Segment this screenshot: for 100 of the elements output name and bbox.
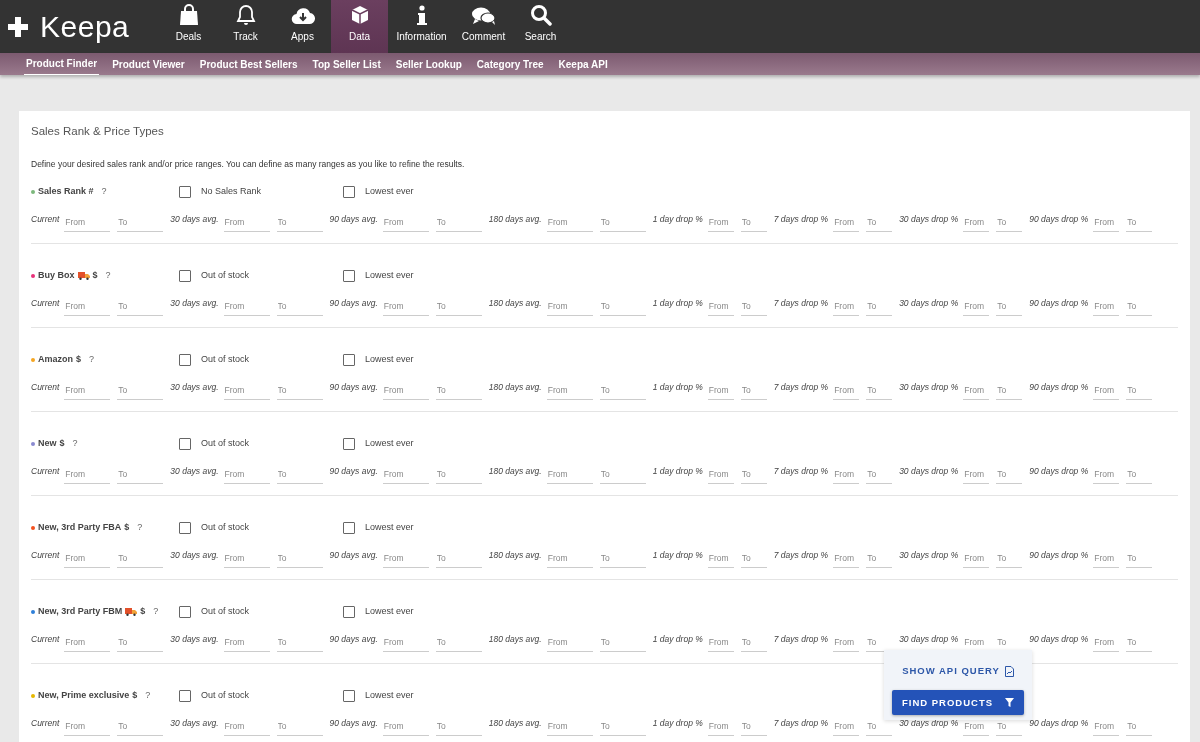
submenu-link[interactable]: Product Finder <box>24 53 100 75</box>
from-field[interactable]: From <box>546 464 593 484</box>
checkbox[interactable] <box>179 522 191 534</box>
from-field[interactable]: From <box>64 548 111 568</box>
from-field[interactable]: From <box>382 716 429 736</box>
to-field[interactable]: To <box>276 464 323 484</box>
to-field[interactable]: To <box>599 632 646 652</box>
to-field[interactable]: To <box>599 296 646 316</box>
to-field[interactable]: To <box>599 548 646 568</box>
from-field[interactable]: From <box>963 212 990 232</box>
to-field[interactable]: To <box>435 212 482 232</box>
to-field[interactable]: To <box>117 632 164 652</box>
from-field[interactable]: From <box>546 632 593 652</box>
from-field[interactable]: From <box>546 380 593 400</box>
from-field[interactable]: From <box>1093 548 1120 568</box>
from-field[interactable]: From <box>1093 296 1120 316</box>
checkbox[interactable] <box>179 186 191 198</box>
to-field[interactable]: To <box>117 296 164 316</box>
to-field[interactable]: To <box>1126 464 1153 484</box>
checkbox[interactable] <box>179 690 191 702</box>
api-query-link[interactable]: SHOW API QUERY <box>902 664 1014 679</box>
to-field[interactable]: To <box>866 464 893 484</box>
checkbox[interactable] <box>179 606 191 618</box>
checkbox[interactable] <box>343 522 355 534</box>
to-field[interactable]: To <box>740 548 767 568</box>
nav-tab[interactable]: Data <box>331 0 388 53</box>
to-field[interactable]: To <box>866 548 893 568</box>
from-field[interactable]: From <box>833 212 860 232</box>
from-field[interactable]: From <box>707 212 734 232</box>
from-field[interactable]: From <box>1093 632 1120 652</box>
to-field[interactable]: To <box>117 464 164 484</box>
checkbox[interactable] <box>179 270 191 282</box>
to-field[interactable]: To <box>866 296 893 316</box>
from-field[interactable]: From <box>382 212 429 232</box>
from-field[interactable]: From <box>546 716 593 736</box>
from-field[interactable]: From <box>546 212 593 232</box>
from-field[interactable]: From <box>64 296 111 316</box>
from-field[interactable]: From <box>833 296 860 316</box>
help-mark[interactable]: ? <box>105 269 111 283</box>
to-field[interactable]: To <box>117 212 164 232</box>
submenu-link[interactable]: Top Seller List <box>310 53 383 75</box>
to-field[interactable]: To <box>117 548 164 568</box>
to-field[interactable]: To <box>996 296 1023 316</box>
to-field[interactable]: To <box>1126 212 1153 232</box>
from-field[interactable]: From <box>1093 380 1120 400</box>
from-field[interactable]: From <box>1093 464 1120 484</box>
to-field[interactable]: To <box>996 212 1023 232</box>
to-field[interactable]: To <box>599 464 646 484</box>
to-field[interactable]: To <box>1126 296 1153 316</box>
to-field[interactable]: To <box>276 296 323 316</box>
to-field[interactable]: To <box>866 380 893 400</box>
from-field[interactable]: From <box>223 296 270 316</box>
to-field[interactable]: To <box>740 296 767 316</box>
from-field[interactable]: From <box>546 296 593 316</box>
from-field[interactable]: From <box>707 380 734 400</box>
to-field[interactable]: To <box>599 380 646 400</box>
to-field[interactable]: To <box>1126 716 1153 736</box>
from-field[interactable]: From <box>833 380 860 400</box>
to-field[interactable]: To <box>276 716 323 736</box>
find-products-button[interactable]: FIND PRODUCTS <box>892 690 1024 716</box>
to-field[interactable]: To <box>435 716 482 736</box>
to-field[interactable]: To <box>996 380 1023 400</box>
from-field[interactable]: From <box>382 380 429 400</box>
to-field[interactable]: To <box>996 464 1023 484</box>
to-field[interactable]: To <box>1126 548 1153 568</box>
from-field[interactable]: From <box>382 632 429 652</box>
to-field[interactable]: To <box>435 548 482 568</box>
from-field[interactable]: From <box>1093 212 1120 232</box>
help-mark[interactable]: ? <box>145 689 151 703</box>
help-mark[interactable]: ? <box>89 353 95 367</box>
to-field[interactable]: To <box>435 380 482 400</box>
to-field[interactable]: To <box>740 212 767 232</box>
from-field[interactable]: From <box>382 548 429 568</box>
to-field[interactable]: To <box>276 212 323 232</box>
from-field[interactable]: From <box>223 716 270 736</box>
to-field[interactable]: To <box>435 464 482 484</box>
from-field[interactable]: From <box>382 296 429 316</box>
to-field[interactable]: To <box>1126 632 1153 652</box>
checkbox[interactable] <box>343 438 355 450</box>
from-field[interactable]: From <box>546 548 593 568</box>
from-field[interactable]: From <box>963 548 990 568</box>
checkbox[interactable] <box>343 606 355 618</box>
nav-tab[interactable]: Comment <box>455 0 512 53</box>
from-field[interactable]: From <box>64 212 111 232</box>
to-field[interactable]: To <box>435 632 482 652</box>
help-mark[interactable]: ? <box>153 605 159 619</box>
checkbox[interactable] <box>179 438 191 450</box>
to-field[interactable]: To <box>117 380 164 400</box>
submenu-link[interactable]: Keepa API <box>556 53 610 75</box>
from-field[interactable]: From <box>64 716 111 736</box>
to-field[interactable]: To <box>435 296 482 316</box>
to-field[interactable]: To <box>996 548 1023 568</box>
submenu-link[interactable]: Product Viewer <box>110 53 187 75</box>
help-mark[interactable]: ? <box>72 437 78 451</box>
from-field[interactable]: From <box>707 548 734 568</box>
to-field[interactable]: To <box>276 380 323 400</box>
from-field[interactable]: From <box>707 716 734 736</box>
submenu-link[interactable]: Product Best Sellers <box>197 53 300 75</box>
to-field[interactable]: To <box>599 716 646 736</box>
from-field[interactable]: From <box>1093 716 1120 736</box>
